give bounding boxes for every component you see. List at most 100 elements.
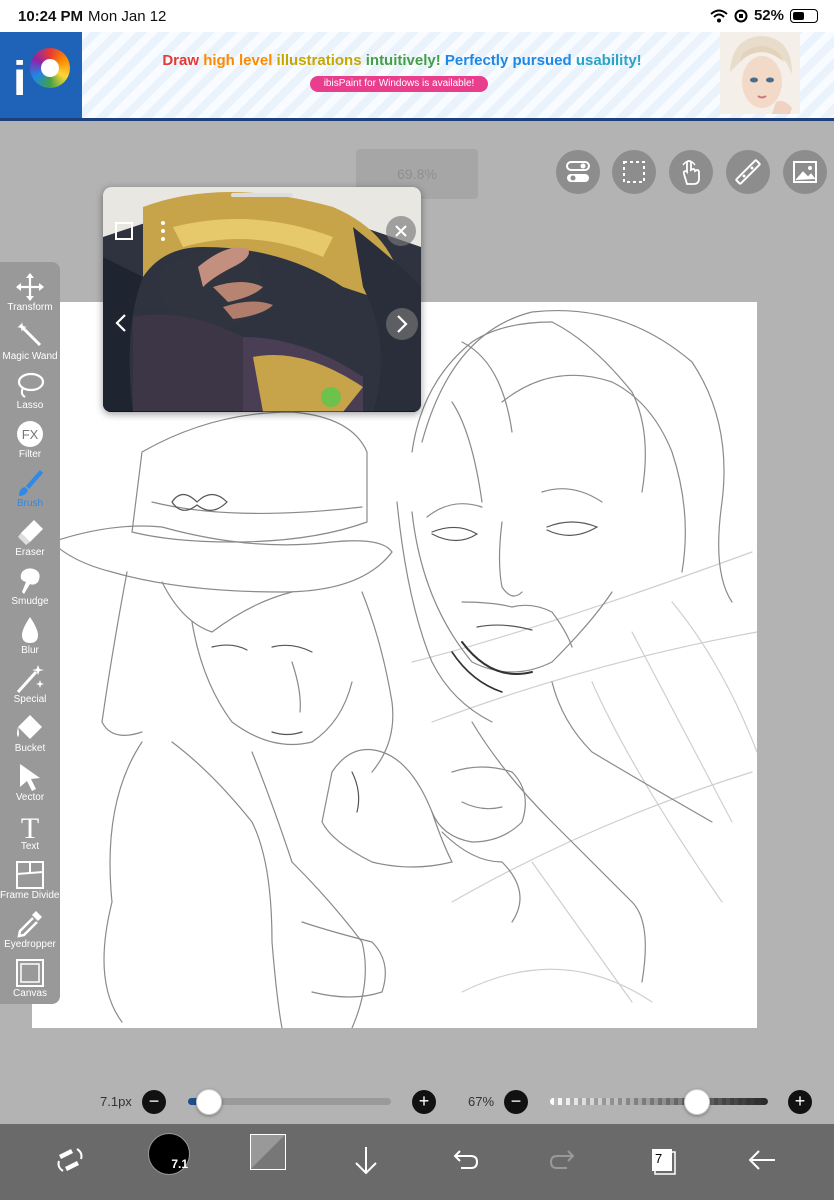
tool-label: Special (13, 694, 47, 705)
text-glyph: T (21, 812, 39, 841)
toggle-icon (566, 161, 590, 182)
tool-label: Eyedropper (4, 939, 56, 950)
blur-icon (22, 617, 38, 643)
toggle-button[interactable] (556, 150, 600, 194)
tool-label: Transform (7, 302, 53, 313)
close-icon (395, 225, 407, 237)
tool-label: Text (20, 841, 40, 852)
ad-banner[interactable]: i Draw high level illustrations intuitiv… (0, 32, 834, 121)
arrow-down-icon (355, 1147, 377, 1175)
drag-handle[interactable] (231, 193, 293, 197)
tool-label: Frame Divider (0, 890, 63, 901)
ad-word: intuitively! (365, 52, 441, 69)
more-vertical-icon (161, 221, 165, 241)
reference-prev-button[interactable] (106, 308, 136, 338)
color-wheel-icon (30, 48, 70, 88)
ad-word: high level (203, 52, 273, 69)
bucket-icon (17, 715, 42, 739)
fx-icon: FX (17, 421, 43, 447)
tool-label: Filter (18, 449, 42, 460)
reference-expand-button[interactable] (109, 216, 139, 246)
brush-size-increase-button[interactable]: + (412, 1090, 436, 1114)
status-indicators: 52% (710, 7, 818, 24)
tool-label: Magic Wand (2, 351, 58, 362)
download-button[interactable] (346, 1140, 386, 1180)
tool-eyedropper[interactable]: Eyedropper (0, 907, 60, 956)
brush-size-badge: 7.1 (171, 1157, 188, 1171)
layers-button[interactable]: 7 (642, 1140, 682, 1180)
image-button[interactable] (783, 150, 827, 194)
ruler-button[interactable] (726, 150, 770, 194)
tool-label: Smudge (11, 596, 49, 607)
lasso-icon (17, 372, 45, 398)
square-icon (115, 222, 133, 240)
tool-filter[interactable]: FX Filter (0, 417, 60, 466)
reference-close-button[interactable] (386, 216, 416, 246)
tool-text[interactable]: T Text (0, 809, 60, 858)
opacity-slider[interactable] (550, 1098, 768, 1105)
reference-next-button[interactable] (386, 308, 418, 340)
opacity-value: 67% (468, 1094, 495, 1109)
ad-subtext[interactable]: ibisPaint for Windows is available! (310, 76, 488, 92)
reference-window[interactable] (103, 187, 421, 412)
battery-icon (790, 8, 818, 23)
frame-divider-icon (16, 861, 44, 889)
bottom-bar: 7.1 7 (0, 1124, 834, 1200)
swap-tools-icon (57, 1148, 83, 1172)
rotation-lock-icon (734, 9, 748, 22)
ad-word: usability! (575, 52, 642, 69)
tool-lasso[interactable]: Lasso (0, 368, 60, 417)
status-time: 10:24 PM (18, 8, 84, 25)
cursor-icon (20, 764, 40, 791)
opacity-slider-thumb[interactable] (684, 1089, 711, 1115)
tool-label: Lasso (16, 400, 44, 411)
ad-portrait-image (720, 32, 800, 114)
tool-canvas[interactable]: Canvas (0, 956, 60, 1005)
ad-headline: Draw high level illustrations intuitivel… (82, 52, 722, 69)
selection-icon (623, 161, 645, 183)
redo-button[interactable] (543, 1140, 583, 1180)
tool-magic-wand[interactable]: Magic Wand (0, 319, 60, 368)
tool-bucket[interactable]: Bucket (0, 711, 60, 760)
brush-icon (19, 470, 43, 496)
tool-frame-divider[interactable]: Frame Divider (0, 858, 63, 907)
opacity-increase-button[interactable]: + (788, 1090, 812, 1114)
canvas-icon (16, 959, 44, 987)
battery-percent: 52% (753, 7, 784, 24)
eraser-icon (18, 520, 43, 545)
selection-button[interactable] (612, 150, 656, 194)
tool-blur[interactable]: Blur (0, 613, 60, 662)
color-swatch-button[interactable] (250, 1134, 286, 1170)
hand-button[interactable] (669, 150, 713, 194)
text-icon: T (21, 812, 39, 841)
tool-label: Blur (21, 645, 39, 656)
brush-size-slider-thumb[interactable] (196, 1089, 223, 1115)
tool-brush[interactable]: Brush (0, 466, 60, 515)
magic-wand-icon (17, 322, 42, 347)
back-button[interactable] (742, 1140, 782, 1180)
arrow-left-icon (748, 1150, 775, 1170)
brush-size-value: 7.1px (100, 1094, 132, 1109)
undo-icon (453, 1150, 479, 1169)
redo-icon (549, 1150, 575, 1169)
chevron-right-icon (397, 315, 408, 333)
swap-tools-button[interactable] (50, 1140, 90, 1180)
tool-smudge[interactable]: Smudge (0, 564, 60, 613)
reference-menu-button[interactable] (148, 216, 178, 246)
tool-vector[interactable]: Vector (0, 760, 60, 809)
status-bar: 10:24 PM Mon Jan 12 52% (0, 0, 834, 32)
tool-special[interactable]: Special (0, 662, 60, 711)
tool-label: Canvas (13, 988, 47, 999)
tool-eraser[interactable]: Eraser (0, 515, 60, 564)
ad-word: illustrations (276, 52, 362, 69)
hand-icon (682, 160, 700, 185)
brush-size-decrease-button[interactable]: − (142, 1090, 166, 1114)
opacity-decrease-button[interactable]: − (504, 1090, 528, 1114)
ad-word: Draw (162, 52, 200, 69)
status-date: Mon Jan 12 (88, 8, 167, 25)
undo-button[interactable] (445, 1140, 485, 1180)
brush-preview-button[interactable]: 7.1 (148, 1133, 190, 1175)
layer-count: 7 (655, 1151, 663, 1166)
tool-transform[interactable]: Transform (0, 270, 60, 319)
smudge-icon (20, 568, 40, 594)
